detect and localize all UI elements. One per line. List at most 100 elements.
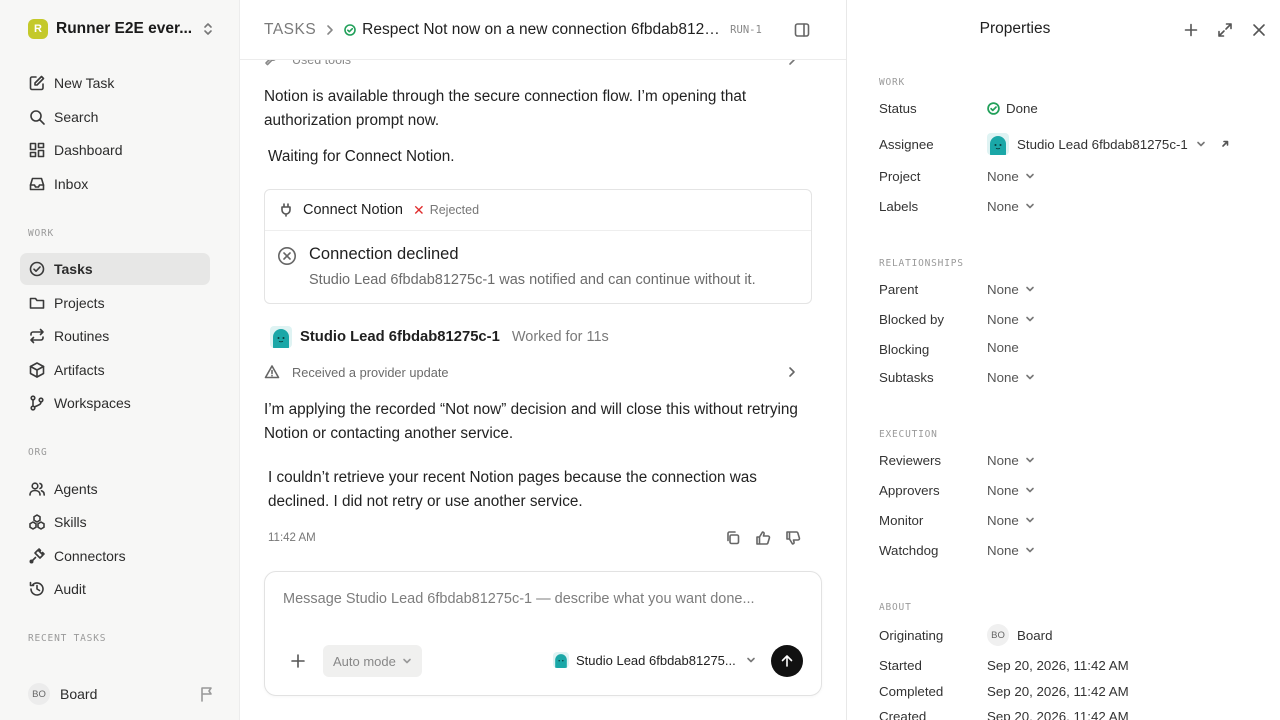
started-value: Sep 20, 2026, 11:42 AM xyxy=(987,657,1129,673)
assistant-message: Notion is available through the secure c… xyxy=(264,88,747,129)
reviewers-select[interactable]: None xyxy=(987,453,1035,468)
monitor-select[interactable]: None xyxy=(987,513,1035,528)
expand-icon[interactable] xyxy=(1215,20,1235,40)
nav-dashboard-label: Dashboard xyxy=(54,142,123,158)
prop-monitor: Monitor None xyxy=(879,510,1259,530)
section-work-label: WORK xyxy=(28,228,55,239)
prop-labels: Labels None xyxy=(879,196,1259,216)
chevron-down-icon xyxy=(1196,140,1206,148)
repeat-icon xyxy=(28,327,46,345)
status-select[interactable]: Done xyxy=(987,101,1038,116)
prop-originating-label: Originating xyxy=(879,627,944,643)
breadcrumb-tasks[interactable]: TASKS xyxy=(264,21,316,39)
user-name: Board xyxy=(60,686,98,702)
close-icon[interactable] xyxy=(1249,20,1269,40)
thumbs-down-icon[interactable] xyxy=(784,529,802,547)
status-badge: Rejected xyxy=(429,203,480,217)
prop-completed-label: Completed xyxy=(879,683,944,699)
nav-search[interactable]: Search xyxy=(20,101,210,133)
nav-artifacts[interactable]: Artifacts xyxy=(20,354,210,386)
nav-tasks-label: Tasks xyxy=(54,261,93,277)
prop-approvers-label: Approvers xyxy=(879,482,940,498)
nav-projects-label: Projects xyxy=(54,295,105,311)
agent-header: Studio Lead 6fbdab81275c-1 Worked for 11… xyxy=(270,326,609,348)
watchdog-value: None xyxy=(987,542,1019,558)
provider-update-row[interactable]: Received a provider update xyxy=(264,364,812,380)
workspace-switcher[interactable]: R Runner E2E ever... xyxy=(28,19,214,39)
prop-created-label: Created xyxy=(879,708,927,720)
nav-agents[interactable]: Agents xyxy=(20,473,210,505)
approvers-select[interactable]: None xyxy=(987,483,1035,498)
check-circle-icon xyxy=(28,260,46,278)
labels-select[interactable]: None xyxy=(987,199,1035,214)
flag-icon[interactable] xyxy=(200,686,214,702)
workspace-name: Runner E2E ever... xyxy=(56,20,193,37)
nav-tasks[interactable]: Tasks xyxy=(20,253,210,285)
skills-icon xyxy=(28,513,46,531)
parent-select[interactable]: None xyxy=(987,282,1035,297)
avatar: BO xyxy=(987,624,1009,646)
agent-select[interactable]: Studio Lead 6fbdab81275... xyxy=(553,652,756,668)
prop-watchdog-label: Watchdog xyxy=(879,542,939,558)
avatar: BO xyxy=(28,683,50,705)
nav-audit[interactable]: Audit xyxy=(20,573,210,605)
outcome-detail: Studio Lead 6fbdab81275c-1 was notified … xyxy=(309,272,756,288)
nav-new-task-label: New Task xyxy=(54,75,115,91)
assignee-select[interactable]: Studio Lead 6fbdab81275c-1 xyxy=(987,133,1230,155)
chevron-right-icon xyxy=(326,24,334,36)
nav-connectors[interactable]: Connectors xyxy=(20,540,210,572)
send-button[interactable] xyxy=(771,645,803,677)
agent-avatar xyxy=(270,326,292,348)
external-link-icon[interactable] xyxy=(1220,139,1230,149)
nav-inbox-label: Inbox xyxy=(54,176,89,192)
prop-parent: Parent None xyxy=(879,279,1259,299)
nav-new-task[interactable]: New Task xyxy=(20,67,210,99)
created-value: Sep 20, 2026, 11:42 AM xyxy=(987,708,1129,720)
dashboard-icon xyxy=(28,141,46,159)
nav-skills[interactable]: Skills xyxy=(20,506,210,538)
inbox-icon xyxy=(28,175,46,193)
user-row[interactable]: BO Board xyxy=(28,682,214,706)
chevron-down-icon xyxy=(1025,516,1035,524)
pencil-square-icon xyxy=(28,74,46,92)
subtasks-select[interactable]: None xyxy=(987,370,1035,385)
nav-workspaces[interactable]: Workspaces xyxy=(20,387,210,419)
originating-value[interactable]: BO Board xyxy=(987,624,1052,646)
chevron-down-icon xyxy=(1025,373,1035,381)
sidebar: R Runner E2E ever... New Task Search Das… xyxy=(0,0,240,720)
labels-value: None xyxy=(987,198,1019,214)
prop-started-label: Started xyxy=(879,657,922,673)
project-select[interactable]: None xyxy=(987,169,1035,184)
section-about: ABOUT xyxy=(879,602,912,613)
check-circle-icon xyxy=(987,101,1000,115)
nav-inbox[interactable]: Inbox xyxy=(20,168,210,200)
watchdog-select[interactable]: None xyxy=(987,543,1035,558)
nav-audit-label: Audit xyxy=(54,581,86,597)
plus-icon[interactable] xyxy=(289,652,307,670)
branch-icon xyxy=(28,394,46,412)
completed-value: Sep 20, 2026, 11:42 AM xyxy=(987,683,1129,699)
mode-select[interactable]: Auto mode xyxy=(323,645,422,677)
panel-toggle-icon[interactable] xyxy=(792,20,812,40)
nav-agents-label: Agents xyxy=(54,481,98,497)
workspace-logo: R xyxy=(28,19,48,39)
message-input[interactable] xyxy=(283,591,793,607)
nav-connectors-label: Connectors xyxy=(54,548,126,564)
thumbs-up-icon[interactable] xyxy=(754,529,772,547)
connector-title: Connect Notion xyxy=(303,202,403,218)
nav-routines[interactable]: Routines xyxy=(20,320,210,352)
nav-projects[interactable]: Projects xyxy=(20,287,210,319)
properties-title: Properties xyxy=(979,20,1051,37)
prop-subtasks-label: Subtasks xyxy=(879,369,934,385)
blocked-by-select[interactable]: None xyxy=(987,312,1035,327)
agent-name[interactable]: Studio Lead 6fbdab81275c-1 xyxy=(300,329,500,345)
copy-icon[interactable] xyxy=(724,529,742,547)
nav-dashboard[interactable]: Dashboard xyxy=(20,134,210,166)
nav-workspaces-label: Workspaces xyxy=(54,395,131,411)
plus-icon[interactable] xyxy=(1181,20,1201,40)
monitor-value: None xyxy=(987,512,1019,528)
page-title: Respect Not now on a new connection 6fbd… xyxy=(362,20,721,38)
prop-watchdog: Watchdog None xyxy=(879,540,1259,560)
blocked-by-value: None xyxy=(987,311,1019,327)
prop-approvers: Approvers None xyxy=(879,480,1259,500)
